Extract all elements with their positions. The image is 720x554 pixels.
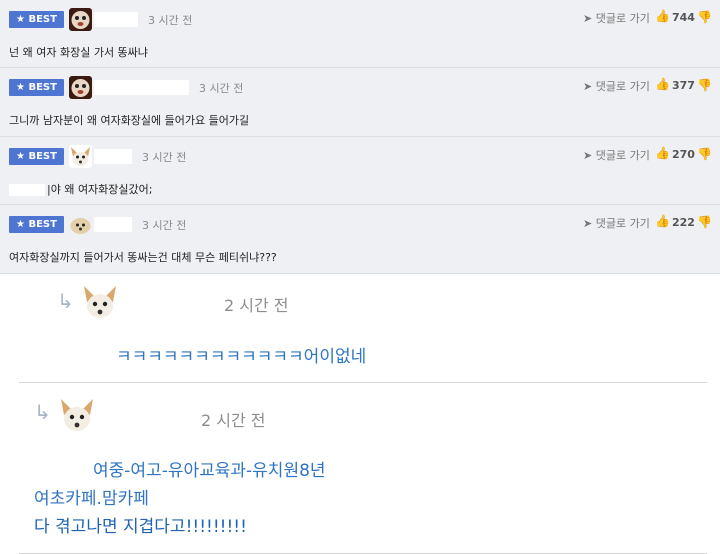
reply-link[interactable]: ➤ 댓글로 가기 [583, 215, 650, 231]
comment-text: 그니까 남자분이 왜 여자화장실에 들어가요 들어가길 [9, 114, 250, 127]
reply-arrow-icon: ↳ [34, 400, 51, 424]
reply-text-line: 여초카페.맘카페 [34, 489, 149, 509]
reply-arrow-icon: ➤ [583, 12, 596, 25]
reply-comment: ↳ 2 시간 전 여중-여고-유아교육과-유치원8년 여초카페.맘카페 다 겪고… [19, 383, 707, 554]
comment-text: |야 왜 여자화장실갔어; [9, 181, 153, 197]
dog-avatar-icon[interactable] [69, 145, 92, 168]
reply-text: ㅋㅋㅋㅋㅋㅋㅋㅋㅋㅋㅋㅋ어이없네 [116, 347, 367, 367]
best-comment: ★ BEST 3 시간 전 ➤ 댓글로 가기 👍 222 👎 여자화장실까지 들… [0, 205, 720, 274]
reply-text-line: 여중-여고-유아교육과-유치원8년 [93, 461, 326, 481]
best-comment: ★ BEST 3 시간 전 ➤ 댓글로 가기 👍 744 👎 넌 왜 여자 화장… [0, 0, 720, 68]
reply-text-line: 다 겪고나면 지겹다고!!!!!!!!! [34, 517, 247, 537]
like-count: 744 [672, 11, 695, 24]
thumbs-down-icon[interactable]: 👎 [697, 147, 712, 161]
reply-link[interactable]: ➤ 댓글로 가기 [583, 78, 650, 94]
username-box[interactable] [94, 149, 132, 164]
reply-arrow-icon: ➤ [583, 217, 596, 230]
best-badge: ★ BEST [9, 79, 64, 96]
username-box[interactable] [94, 217, 132, 232]
thumbs-up-icon[interactable]: 👍 [655, 214, 670, 228]
thumbs-down-icon[interactable]: 👎 [697, 215, 712, 229]
dog-avatar-icon[interactable] [69, 76, 92, 99]
dog-avatar-icon[interactable] [69, 213, 92, 236]
best-badge: ★ BEST [9, 11, 64, 28]
comment-time: 3 시간 전 [142, 151, 187, 164]
thumbs-down-icon[interactable]: 👎 [697, 78, 712, 92]
reply-comment: ↳ 2 시간 전 ㅋㅋㅋㅋㅋㅋㅋㅋㅋㅋㅋㅋ어이없네 [19, 274, 707, 383]
reply-link[interactable]: ➤ 댓글로 가기 [583, 147, 650, 163]
comment-time: 2 시간 전 [201, 411, 266, 430]
best-badge: ★ BEST [9, 216, 64, 233]
best-badge: ★ BEST [9, 148, 64, 165]
comment-time: 3 시간 전 [148, 14, 193, 27]
reply-arrow-icon: ➤ [583, 80, 596, 93]
comment-time: 3 시간 전 [142, 219, 187, 232]
like-count: 377 [672, 79, 695, 92]
best-comment: ★ BEST 3 시간 전 ➤ 댓글로 가기 👍 377 👎 그니까 남자분이 … [0, 68, 720, 137]
like-count: 222 [672, 216, 695, 229]
reply-arrow-icon: ↳ [57, 289, 74, 313]
comment-time: 2 시간 전 [224, 296, 289, 315]
comment-text: 넌 왜 여자 화장실 가서 똥싸냐 [9, 46, 148, 59]
thumbs-up-icon[interactable]: 👍 [655, 146, 670, 160]
best-comment: ★ BEST 3 시간 전 ➤ 댓글로 가기 👍 270 👎 |야 왜 여자화장… [0, 137, 720, 205]
username-box[interactable] [94, 12, 138, 27]
thumbs-up-icon[interactable]: 👍 [655, 9, 670, 23]
reply-arrow-icon: ➤ [583, 149, 596, 162]
comment-time: 3 시간 전 [199, 82, 244, 95]
reply-link[interactable]: ➤ 댓글로 가기 [583, 10, 650, 26]
dog-avatar-icon[interactable] [69, 8, 92, 31]
like-count: 270 [672, 148, 695, 161]
comment-text: 여자화장실까지 들어가서 똥싸는건 대체 무슨 페티쉬냐??? [9, 251, 277, 264]
thumbs-down-icon[interactable]: 👎 [697, 10, 712, 24]
username-box[interactable] [94, 80, 189, 95]
thumbs-up-icon[interactable]: 👍 [655, 77, 670, 91]
dog-avatar-icon[interactable] [81, 284, 119, 322]
redacted-name [9, 184, 45, 196]
dog-avatar-icon[interactable] [58, 397, 96, 435]
